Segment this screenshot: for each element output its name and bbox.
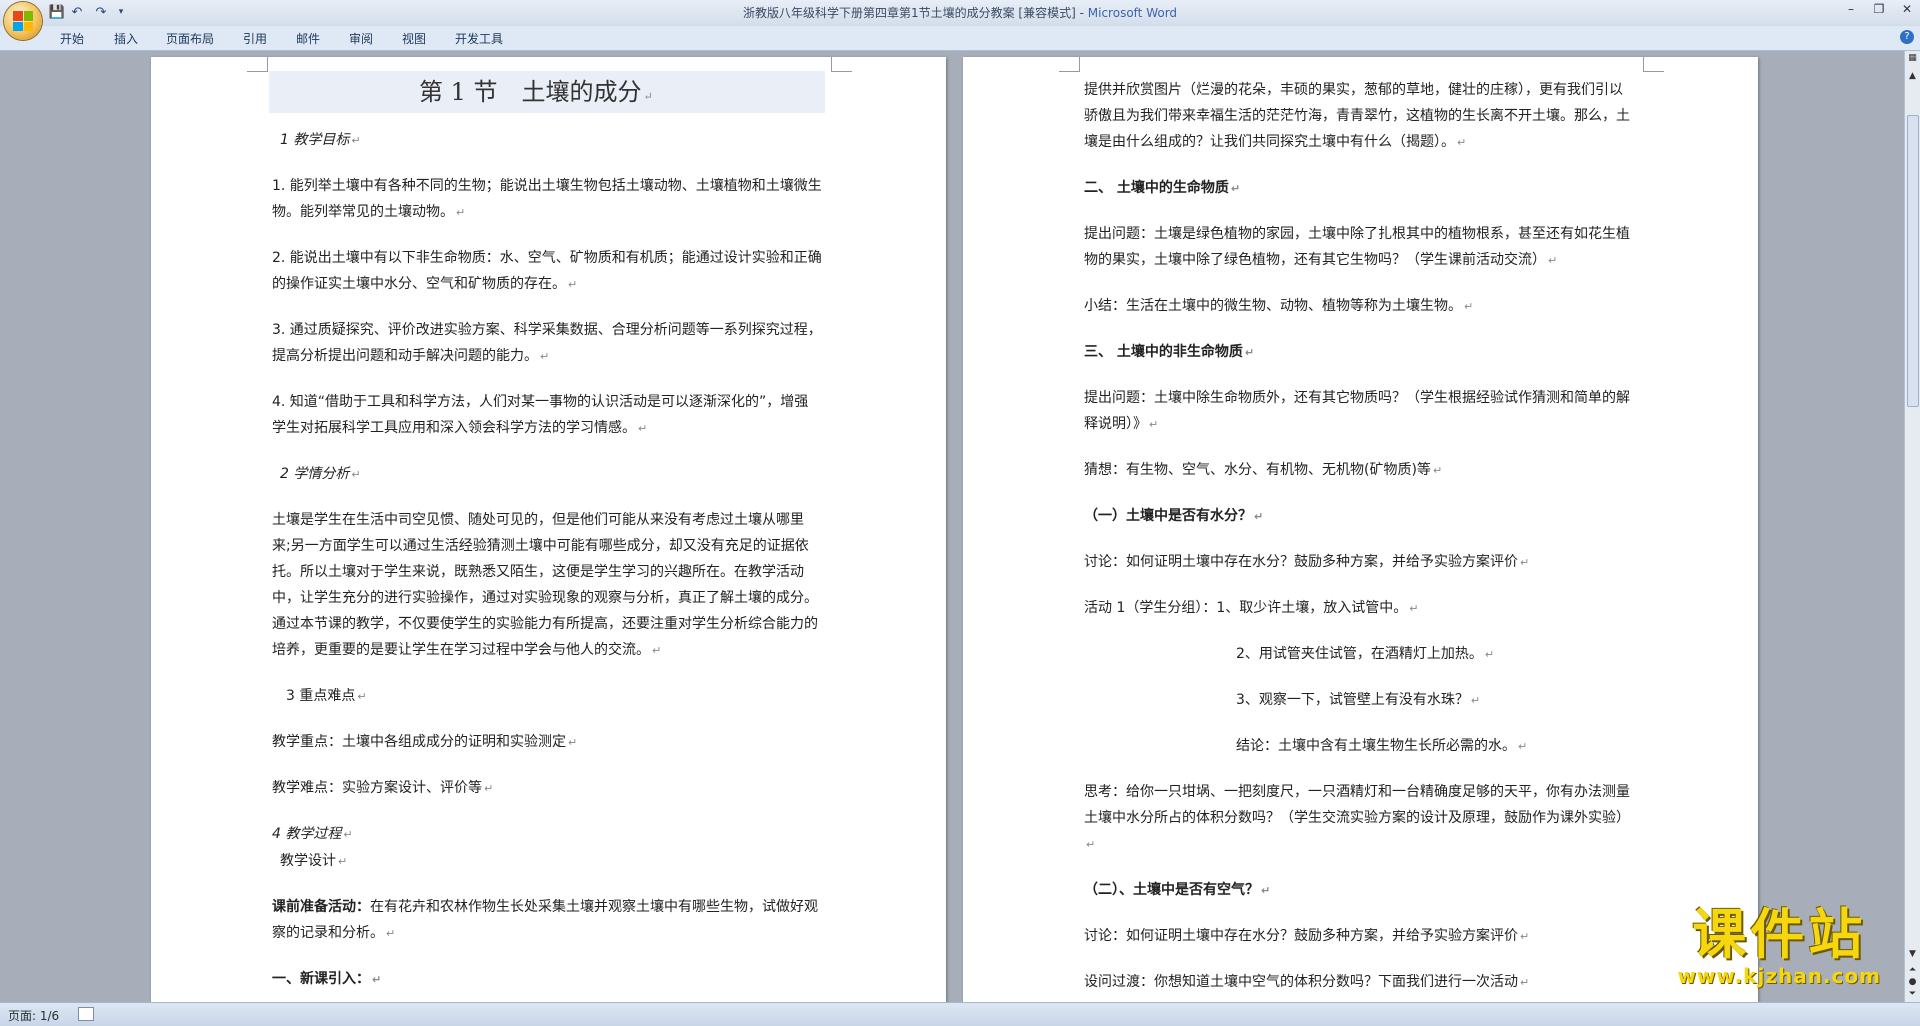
section-heading: 教学设计 ↵: [280, 853, 348, 869]
paragraph: 课前准备活动：在有花卉和农林作物生长处采集土壤并观察土壤中有哪些生物，试做好观察…: [272, 899, 818, 941]
section-heading: 1 教学目标 ↵: [280, 132, 361, 148]
close-icon[interactable]: ✕: [1894, 2, 1920, 20]
paragraph: 提出问题：土壤是绿色植物的家园，土壤中除了扎根其中的植物根系，甚至还有如花生植物…: [1084, 226, 1630, 268]
paragraph: 讨论：如何证明土壤中存在水分？鼓励多种方案，并给予实验方案评价 ↵: [1084, 928, 1530, 944]
page-count[interactable]: 页面: 1/6: [8, 1007, 59, 1024]
tab-insert[interactable]: 插入: [114, 30, 138, 47]
proofing-icon[interactable]: [78, 1007, 94, 1021]
section-heading: 一、新课引入： ↵: [272, 971, 382, 987]
tab-mailings[interactable]: 邮件: [296, 30, 320, 47]
tab-home[interactable]: 开始: [60, 30, 84, 47]
paragraph: 思考：给你一只坩埚、一把刻度尺，一只酒精灯和一台精确度足够的天平，你有办法测量土…: [1084, 784, 1630, 851]
section-heading: 2 学情分析 ↵: [280, 466, 361, 482]
watermark-url: www.kjzhan.com: [1677, 964, 1881, 988]
paragraph: 猜想：有生物、空气、水分、有机物、无机物(矿物质)等 ↵: [1084, 462, 1443, 478]
browse-object-icon[interactable]: ●: [1907, 977, 1918, 988]
margin-corner: [1059, 57, 1080, 72]
office-logo-icon: [13, 11, 33, 31]
previous-page-icon[interactable]: ⏶: [1907, 965, 1918, 976]
scroll-down-icon[interactable]: ▼: [1907, 949, 1918, 960]
page-2-body[interactable]: 提供并欣赏图片（烂漫的花朵，丰硕的果实，葱郁的草地，健壮的庄稼），更有我们引以骄…: [1084, 77, 1634, 1002]
section-heading: 4 教学过程 ↵: [272, 826, 353, 842]
paragraph: 提供并欣赏图片（烂漫的花朵，丰硕的果实，葱郁的草地，健壮的庄稼），更有我们引以骄…: [1084, 82, 1630, 150]
paragraph: 4. 知道“借助于工具和科学方法，人们对某一事物的认识活动是可以逐渐深化的”，增…: [272, 394, 809, 436]
paragraph: 讨论：如何证明土壤中存在水分？鼓励多种方案，并给予实验方案评价 ↵: [1084, 554, 1530, 570]
page-title: 第 1 节 土壤的成分 ↵: [269, 71, 825, 113]
margin-corner: [831, 57, 852, 72]
section-heading: （二）、土壤中是否有空气？ ↵: [1084, 882, 1271, 898]
section-heading: 3 重点难点 ↵: [286, 688, 367, 704]
ribbon-tabs: 开始 插入 页面布局 引用 邮件 审阅 视图 开发工具 ?: [0, 26, 1920, 51]
paragraph: 教学难点：实验方案设计、评价等 ↵: [272, 780, 494, 796]
status-bar: 页面: 1/6: [0, 1002, 1920, 1026]
paragraph: 3、观察一下，试管壁上有没有水珠？ ↵: [1236, 692, 1481, 708]
paragraph: 教学重点：土壤中各组成成分的证明和实验测定 ↵: [272, 734, 578, 750]
app-name: Microsoft Word: [1087, 6, 1178, 20]
title-bar: 💾 ↶ ↷ ▾ 浙教版八年级科学下册第四章第1节土壤的成分教案 [兼容模式] -…: [0, 0, 1920, 40]
restore-icon[interactable]: ❐: [1866, 2, 1892, 20]
paragraph: 设问过渡：你想知道土壤中空气的体积分数吗？下面我们进行一次活动 ↵: [1084, 974, 1530, 990]
paragraph: 1. 能列举土壤中有各种不同的生物；能说出土壤生物包括土壤动物、土壤植物和土壤微…: [272, 178, 822, 220]
vertical-scrollbar[interactable]: ▦ ▲ ▼ ⏶ ● ⏷: [1904, 51, 1920, 1002]
scrollbar-thumb[interactable]: [1907, 115, 1919, 407]
paragraph: 提出问题：土壤中除生命物质外，还有其它物质吗？（学生根据经验试作猜测和简单的解释…: [1084, 390, 1630, 432]
paragraph: 结论：土壤中含有土壤生物生长所必需的水。 ↵: [1236, 738, 1528, 754]
help-icon[interactable]: ?: [1900, 30, 1914, 44]
watermark-text: 课件站: [1692, 903, 1867, 966]
tab-page-layout[interactable]: 页面布局: [166, 30, 214, 47]
paragraph: 2. 能说出土壤中有以下非生命物质：水、空气、矿物质和有机质；能通过设计实验和正…: [272, 250, 822, 292]
ruler-toggle-icon[interactable]: ▦: [1907, 53, 1918, 64]
document-area: 第 1 节 土壤的成分 ↵ 1 教学目标 ↵ 1. 能列举土壤中有各种不同的生物；能…: [0, 51, 1905, 1002]
paragraph: 小结：生活在土壤中的微生物、动物、植物等称为土壤生物。 ↵: [1084, 298, 1474, 314]
window-title: 浙教版八年级科学下册第四章第1节土壤的成分教案 [兼容模式] - Microso…: [742, 6, 1178, 20]
next-page-icon[interactable]: ⏷: [1907, 989, 1918, 1000]
tab-developer[interactable]: 开发工具: [455, 30, 503, 47]
tab-view[interactable]: 视图: [402, 30, 426, 47]
page-1-body[interactable]: 第 1 节 土壤的成分 ↵ 1 教学目标 ↵ 1. 能列举土壤中有各种不同的生物；能…: [269, 71, 825, 1002]
tab-review[interactable]: 审阅: [349, 30, 373, 47]
document-title: 浙教版八年级科学下册第四章第1节土壤的成分教案 [兼容模式]: [742, 6, 1076, 20]
margin-corner: [1643, 57, 1664, 72]
scroll-up-icon[interactable]: ▲: [1907, 71, 1918, 82]
section-heading: （一）土壤中是否有水分？ ↵: [1084, 508, 1264, 524]
document-page-1: 第 1 节 土壤的成分 ↵ 1 教学目标 ↵ 1. 能列举土壤中有各种不同的生物；能…: [151, 57, 946, 1002]
site-watermark: 课件站 www.kjzhan.com: [1677, 903, 1881, 989]
document-page-2: 提供并欣赏图片（烂漫的花朵，丰硕的果实，葱郁的草地，健壮的庄稼），更有我们引以骄…: [963, 57, 1758, 1002]
margin-corner: [247, 57, 268, 72]
minimize-icon[interactable]: –: [1838, 2, 1864, 20]
paragraph: 2、用试管夹住试管，在酒精灯上加热。 ↵: [1236, 646, 1495, 662]
tab-references[interactable]: 引用: [243, 30, 267, 47]
section-heading: 三、 土壤中的非生命物质 ↵: [1084, 344, 1255, 360]
office-button[interactable]: [4, 2, 42, 40]
paragraph: 活动 1（学生分组）：1、取少许土壤，放入试管中。 ↵: [1084, 600, 1419, 616]
paragraph: 3. 通过质疑探究、评价改进实验方案、科学采集数据、合理分析问题等一系列探究过程…: [272, 322, 822, 364]
section-heading: 二、 土壤中的生命物质 ↵: [1084, 180, 1241, 196]
paragraph: 土壤是学生在生活中司空见惯、随处可见的，但是他们可能从来没有考虑过土壤从哪里来;…: [272, 512, 818, 658]
